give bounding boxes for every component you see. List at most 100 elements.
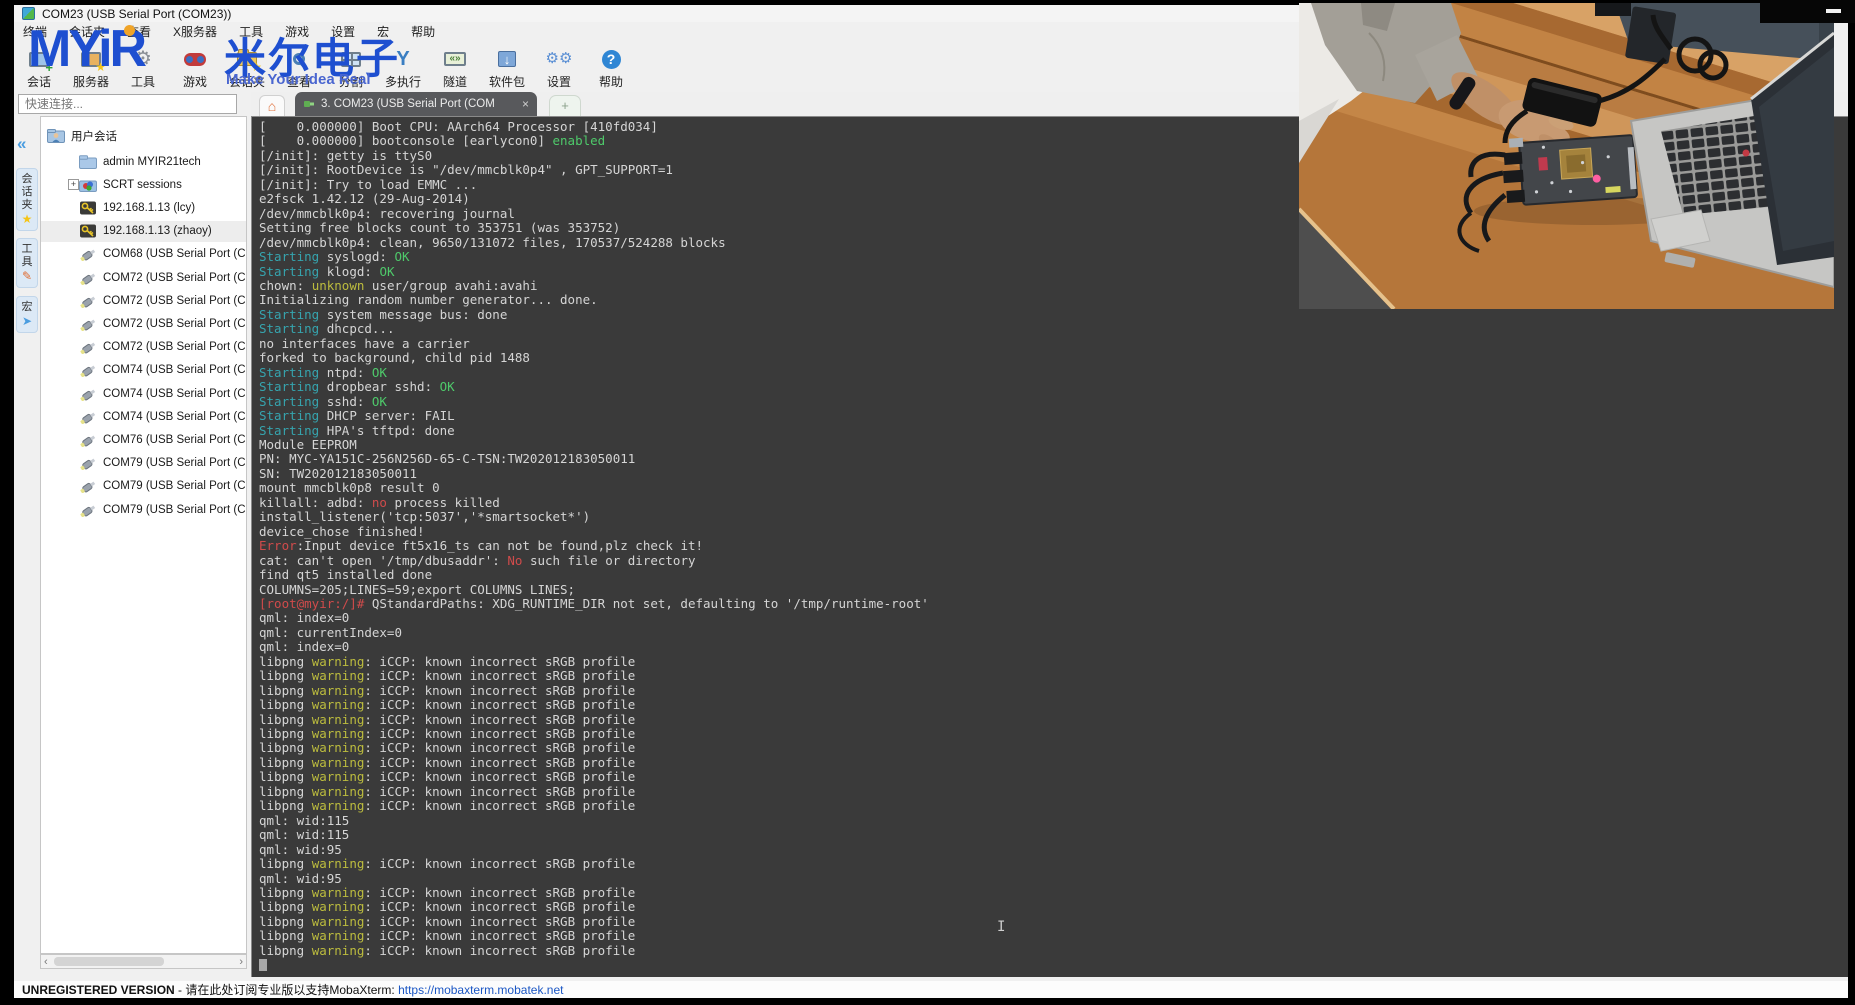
toolbar-button-帮助[interactable]: ?帮助 [592,47,630,90]
terminal-line: [/init]: Try to load EMMC ... [259,178,929,192]
terminal-line: libpng warning: iCCP: known incorrect sR… [259,741,929,755]
session-row[interactable]: COM72 (USB Serial Port (COM72) [41,337,246,358]
tunneling-icon: «» [443,47,467,71]
session-row[interactable]: + SCRT sessions [41,174,246,195]
mobaxterm-link[interactable]: https://mobaxterm.mobatek.net [398,983,563,997]
unregistered-version-label: UNREGISTERED VERSION [22,983,175,997]
toolbar-button-软件包[interactable]: ↓软件包 [488,47,526,90]
session-label: COM74 (USB Serial Port (COM74) [103,364,247,376]
webcam-photo-overlay [1299,3,1834,309]
home-icon: ⌂ [268,98,276,114]
toolbar-button-游戏[interactable]: 游戏 [176,47,214,90]
overlay-window-controls[interactable] [1760,0,1855,23]
session-row[interactable]: 192.168.1.13 (lcy) [41,197,246,218]
toolbar-button-工具[interactable]: ⚙ 工具 [124,47,162,90]
session-row[interactable]: 192.168.1.13 (zhaoy) [41,221,246,242]
menu-item-宏[interactable]: 宏 [377,23,389,40]
toolbar-button-会话[interactable]: +会话 [20,47,58,90]
terminal-line: COLUMNS=205;LINES=59;export COLUMNS LINE… [259,583,929,597]
status-message: - 请在此处订阅专业版以支持MobaXterm: [175,981,398,998]
sidebar-tab-label: 话 [22,186,33,198]
collapse-sidebar-button[interactable]: « [17,134,26,154]
toolbar: +会话 ★服务器 ⚙ 工具 游戏 ★会话夹查看 分割 Y多执行 «»隧道 ↓软件包 ⚙⚙设置 ?帮助 [14,40,714,92]
terminal-line: libpng warning: iCCP: known incorrect sR… [259,944,929,958]
sidebar-tab-label: 会 [22,173,33,185]
serial-icon [79,387,97,401]
scrollbar-thumb[interactable] [54,957,164,966]
session-label: COM72 (USB Serial Port (COM72) [103,272,247,284]
terminal-line: [/init]: getty is ttyS0 [259,149,929,163]
session-row[interactable]: COM74 (USB Serial Port (COM74) [41,360,246,381]
toolbar-label: 工具 [131,73,155,90]
serial-icon [79,317,97,331]
session-row[interactable]: COM79 (USB Serial Port (COM79) [41,499,246,520]
toolbar-button-服务器[interactable]: ★服务器 [72,47,110,90]
tab-close-icon[interactable]: × [522,97,529,111]
terminal-line: libpng warning: iCCP: known incorrect sR… [259,684,929,698]
menu-item-查看[interactable]: 查看 [127,23,151,40]
terminal-line: Starting klogd: OK [259,265,929,279]
terminal-line: libpng warning: iCCP: known incorrect sR… [259,785,929,799]
terminal-line: libpng warning: iCCP: known incorrect sR… [259,799,929,813]
new-tab-button[interactable]: + [549,95,581,116]
sidebar-tab-宏[interactable]: 宏➤ [16,296,38,333]
terminal-line: qml: wid:95 [259,843,929,857]
home-tab-button[interactable]: ⌂ [259,95,285,116]
scroll-right-arrow-icon[interactable]: › [239,956,243,968]
serial-icon [79,479,97,493]
terminal-line: Starting sshd: OK [259,395,929,409]
terminal-line: find qt5 installed done [259,568,929,582]
serial-icon [79,433,97,447]
terminal-line: [/init]: RootDevice is "/dev/mmcblk0p4" … [259,163,929,177]
toolbar-label: 服务器 [73,73,109,90]
session-row[interactable]: COM74 (USB Serial Port (COM74) [41,383,246,404]
session-row[interactable]: admin MYIR21tech [41,151,246,172]
terminal-line: qml: index=0 [259,640,929,654]
session-label: COM76 (USB Serial Port (COM76) [103,434,247,446]
tools-icon: ⚙ [131,47,155,71]
menu-item-会话夹[interactable]: 会话夹 [69,23,105,40]
terminal-line: [ 0.000000] bootconsole [earlycon0] enab… [259,134,929,148]
sidebar-tab-工具[interactable]: 工具✎ [16,238,38,288]
terminal-line: libpng warning: iCCP: known incorrect sR… [259,915,929,929]
toolbar-label: 查看 [287,73,311,90]
toolbar-button-多执行[interactable]: Y多执行 [384,47,422,90]
scroll-left-arrow-icon[interactable]: ‹ [44,956,48,968]
session-label: SCRT sessions [103,179,182,191]
tree-root-user-sessions[interactable]: 用户会话 [41,125,246,146]
session-row[interactable]: COM79 (USB Serial Port (COM79) [41,476,246,497]
menu-item-游戏[interactable]: 游戏 [285,23,309,40]
terminal-line: killall: adbd: no process killed [259,496,929,510]
menu-item-终端[interactable]: 终端 [23,23,47,40]
menu-item-帮助[interactable]: 帮助 [411,23,435,40]
session-row[interactable]: COM74 (USB Serial Port (COM74) [41,406,246,427]
menu-item-X服务器[interactable]: X服务器 [173,23,217,40]
terminal-line: qml: wid:115 [259,828,929,842]
toolbar-button-设置[interactable]: ⚙⚙设置 [540,47,578,90]
session-row[interactable]: COM79 (USB Serial Port (COM79) [41,453,246,474]
minimize-icon[interactable] [1826,9,1841,13]
quick-connect-input[interactable] [18,94,237,114]
session-row[interactable]: COM72 (USB Serial Port (COM72) [41,290,246,311]
toolbar-button-会话夹[interactable]: ★会话夹 [228,47,266,90]
sidebar-tab-会话夹[interactable]: 会话夹★ [16,168,38,231]
active-terminal-tab[interactable]: 3. COM23 (USB Serial Port (COM × [295,92,537,116]
menu-item-工具[interactable]: 工具 [239,23,263,40]
session-row[interactable]: COM72 (USB Serial Port (COM72) [41,313,246,334]
toolbar-button-查看[interactable]: 查看 [280,47,318,90]
terminal-line: Starting dropbear sshd: OK [259,380,929,394]
terminal-line: libpng warning: iCCP: known incorrect sR… [259,669,929,683]
toolbar-label: 设置 [547,73,571,90]
session-label: COM79 (USB Serial Port (COM79) [103,504,247,516]
session-row[interactable]: COM72 (USB Serial Port (COM72) [41,267,246,288]
multiexec-icon: Y [391,47,415,71]
session-row[interactable]: COM76 (USB Serial Port (COM76) [41,429,246,450]
menu-item-设置[interactable]: 设置 [331,23,355,40]
toolbar-button-分割[interactable]: 分割 [332,47,370,90]
tree-expander-icon[interactable]: + [68,179,79,190]
terminal-line: [root@myir:/]# QStandardPaths: XDG_RUNTI… [259,597,929,611]
toolbar-button-隧道[interactable]: «»隧道 [436,47,474,90]
session-row[interactable]: COM68 (USB Serial Port (COM68) [41,244,246,265]
tree-horizontal-scrollbar[interactable]: ‹ › [40,954,247,969]
terminal-block-cursor [259,959,267,971]
